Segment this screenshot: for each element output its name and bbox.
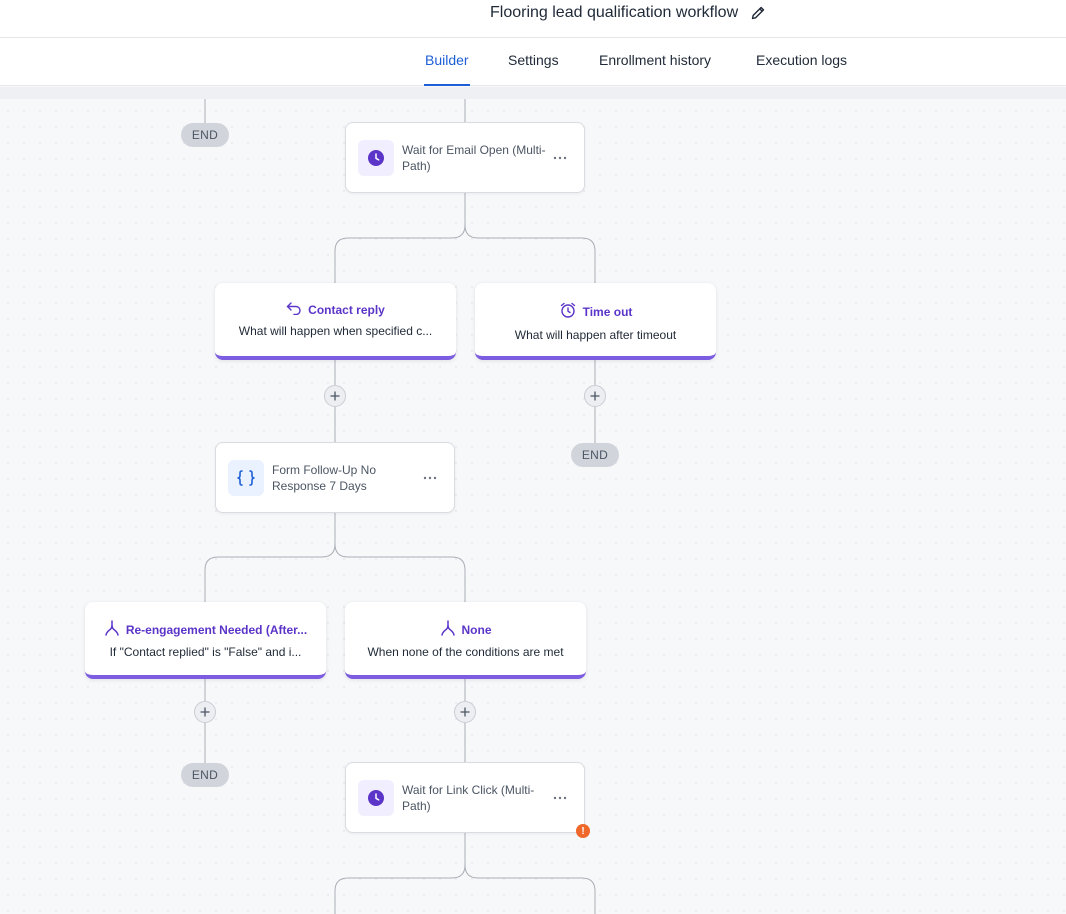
branch-description: If "Contact replied" is "False" and i... bbox=[109, 645, 302, 659]
alarm-clock-icon bbox=[559, 301, 577, 322]
header-bar: Flooring lead qualification workflow bbox=[0, 0, 1066, 38]
branch-header: None bbox=[345, 620, 586, 639]
add-step-button[interactable] bbox=[194, 701, 216, 723]
reply-arrow-icon bbox=[286, 301, 302, 318]
branch-description: When none of the conditions are met bbox=[367, 645, 564, 659]
end-node: END bbox=[181, 763, 229, 787]
tab-builder[interactable]: Builder bbox=[424, 52, 470, 86]
branch-re-engagement-needed[interactable]: Re-engagement Needed (After... If "Conta… bbox=[85, 602, 326, 679]
tab-enrollment-history[interactable]: Enrollment history bbox=[599, 52, 711, 86]
add-step-button[interactable] bbox=[454, 701, 476, 723]
wait-for-email-open-node[interactable]: Wait for Email Open (Multi-Path) bbox=[345, 122, 585, 193]
workflow-title: Flooring lead qualification workflow bbox=[490, 4, 739, 21]
end-node: END bbox=[181, 123, 229, 147]
clock-icon bbox=[358, 779, 394, 816]
form-follow-up-node[interactable]: Form Follow-Up No Response 7 Days bbox=[215, 442, 455, 513]
split-branch-icon bbox=[440, 620, 456, 639]
add-step-button[interactable] bbox=[324, 385, 346, 407]
curly-braces-icon bbox=[228, 459, 264, 496]
node-label: Form Follow-Up No Response 7 Days bbox=[272, 462, 377, 493]
branch-time-out[interactable]: Time out What will happen after timeout bbox=[475, 283, 716, 360]
branch-description: What will happen when specified c... bbox=[238, 324, 433, 338]
branch-title: Time out bbox=[582, 304, 633, 319]
add-step-button[interactable] bbox=[584, 385, 606, 407]
branch-contact-reply[interactable]: Contact reply What will happen when spec… bbox=[215, 283, 456, 360]
title-group: Flooring lead qualification workflow bbox=[490, 2, 766, 24]
tab-settings[interactable]: Settings bbox=[508, 52, 559, 86]
branch-header: Contact reply bbox=[215, 301, 456, 318]
branch-description: What will happen after timeout bbox=[514, 328, 677, 342]
wait-for-link-click-node[interactable]: Wait for Link Click (Multi-Path) bbox=[345, 762, 585, 833]
branch-title: Re-engagement Needed (After... bbox=[125, 622, 308, 637]
workflow-canvas[interactable]: END Wait for Email Open (Multi-Path) Con… bbox=[0, 87, 1066, 914]
branch-none[interactable]: None When none of the conditions are met bbox=[345, 602, 586, 679]
node-label: Wait for Link Click (Multi-Path) bbox=[402, 782, 535, 813]
more-options-icon[interactable] bbox=[553, 791, 567, 805]
node-label: Wait for Email Open (Multi-Path) bbox=[402, 142, 546, 173]
pencil-icon[interactable] bbox=[750, 5, 766, 21]
more-options-icon[interactable] bbox=[553, 151, 567, 165]
branch-title: Contact reply bbox=[308, 302, 385, 317]
branch-title: None bbox=[461, 622, 492, 637]
tab-execution-logs[interactable]: Execution logs bbox=[756, 52, 847, 86]
tab-bar: Builder Settings Enrollment history Exec… bbox=[0, 38, 1066, 86]
more-options-icon[interactable] bbox=[423, 471, 437, 485]
clock-icon bbox=[358, 139, 394, 176]
warning-icon[interactable]: ! bbox=[576, 824, 590, 838]
branch-header: Time out bbox=[475, 301, 716, 322]
split-branch-icon bbox=[104, 620, 120, 639]
end-node: END bbox=[571, 443, 619, 467]
branch-header: Re-engagement Needed (After... bbox=[85, 620, 326, 639]
